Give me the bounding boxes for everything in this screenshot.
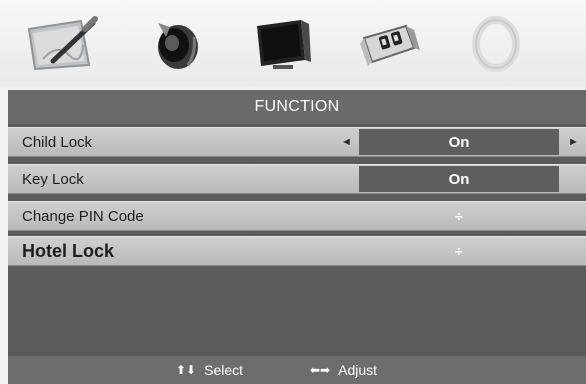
up-down-arrows-icon: ⬆⬇ [176, 363, 197, 377]
menu-item-key-lock[interactable]: Key Lock On [8, 164, 586, 194]
tab-setup[interactable] [452, 8, 540, 80]
navigation-hint-bar: ⬆⬇ Select ⬅➡ Adjust [8, 356, 586, 384]
left-right-arrows-icon: ⬅➡ [310, 363, 331, 377]
tab-picture[interactable] [18, 8, 106, 80]
sound-icon [144, 13, 204, 75]
child-lock-value: On [359, 129, 559, 155]
submenu-icon: ÷ [455, 243, 463, 259]
menu-item-label: Key Lock [22, 170, 84, 188]
right-arrow-icon[interactable]: ► [568, 128, 579, 156]
menu-item-label: Change PIN Code [22, 207, 144, 225]
tab-function[interactable] [345, 8, 433, 80]
left-arrow-icon[interactable]: ◄ [341, 128, 352, 156]
adjust-hint: ⬅➡ Adjust [310, 356, 377, 384]
screen-icon [249, 14, 315, 74]
function-menu-panel: FUNCTION Child Lock ◄ On ► Key Lock On C… [8, 90, 586, 384]
menu-item-label: Child Lock [22, 133, 93, 151]
key-lock-value: On [359, 166, 559, 192]
select-hint-label: Select [204, 362, 244, 378]
tab-screen[interactable] [238, 8, 326, 80]
adjust-hint-label: Adjust [338, 362, 378, 378]
tab-sound[interactable] [130, 8, 218, 80]
picture-icon [23, 15, 101, 73]
menu-category-bar [0, 0, 586, 86]
menu-title: FUNCTION [8, 90, 586, 124]
menu-item-label: Hotel Lock [22, 240, 115, 261]
select-hint: ⬆⬇ Select [176, 356, 243, 384]
menu-item-hotel-lock[interactable]: Hotel Lock ÷ [8, 236, 586, 266]
menu-item-change-pin-code[interactable]: Change PIN Code ÷ [8, 201, 586, 231]
function-icon [354, 16, 424, 72]
tv-osd-menu: FUNCTION Child Lock ◄ On ► Key Lock On C… [0, 0, 586, 384]
submenu-icon: ÷ [455, 208, 463, 224]
menu-item-child-lock[interactable]: Child Lock ◄ On ► [8, 127, 586, 157]
setup-icon [466, 13, 526, 75]
